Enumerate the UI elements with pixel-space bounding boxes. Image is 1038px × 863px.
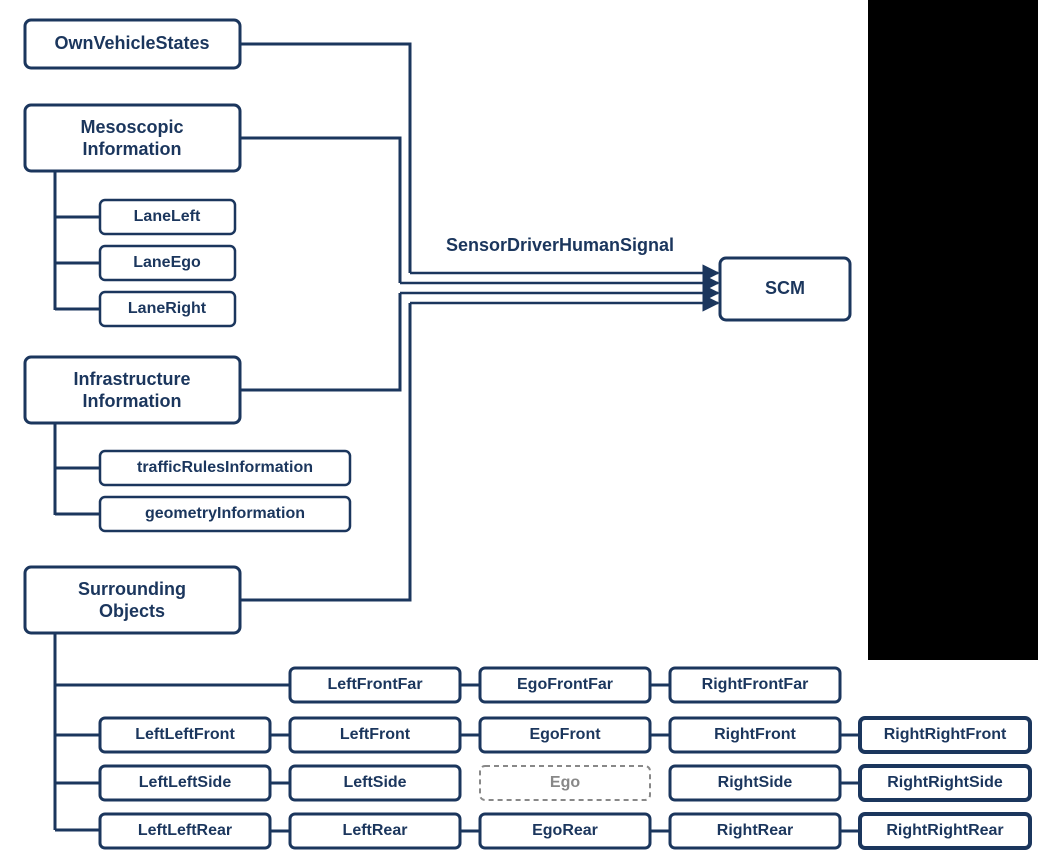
own-vehicle-states-label: OwnVehicleStates xyxy=(54,33,209,53)
grid-r0c1: LeftFrontFar xyxy=(327,676,422,693)
own-vehicle-states-box: OwnVehicleStates xyxy=(25,20,240,68)
infrastructure-info-box: Infrastructure Information xyxy=(25,357,240,423)
mesoscopic-label-2: Information xyxy=(83,139,182,159)
grid-r3c4: RightRightRear xyxy=(886,822,1003,839)
grid-r2c0: LeftLeftSide xyxy=(139,774,232,791)
geometry-info-label: geometryInformation xyxy=(145,505,305,522)
grid-r3c2: EgoRear xyxy=(532,822,598,839)
black-right-strip xyxy=(868,0,1038,660)
grid-r2c4: RightRightSide xyxy=(887,774,1003,791)
mesoscopic-label-1: Mesoscopic xyxy=(80,117,183,137)
lane-ego-label: LaneEgo xyxy=(133,254,201,271)
grid-r1c1: LeftFront xyxy=(340,726,411,743)
infra-label-1: Infrastructure xyxy=(73,369,190,389)
sensor-signal-diagram: OwnVehicleStates Mesoscopic Information … xyxy=(0,0,1038,863)
lane-right-label: LaneRight xyxy=(128,300,207,317)
grid-r2c1: LeftSide xyxy=(343,774,406,791)
traffic-rules-label: trafficRulesInformation xyxy=(137,459,313,476)
surrounding-label-1: Surrounding xyxy=(78,579,186,599)
sensor-signal-label: SensorDriverHumanSignal xyxy=(446,235,674,255)
grid-r3c1: LeftRear xyxy=(343,822,408,839)
grid-r1c2: EgoFront xyxy=(529,726,601,743)
infrastructure-children: trafficRulesInformation geometryInformat… xyxy=(55,423,350,531)
surrounding-objects-box: Surrounding Objects xyxy=(25,567,240,633)
grid-r2c3: RightSide xyxy=(718,774,793,791)
grid-r1c4: RightRightFront xyxy=(884,726,1007,743)
scm-label: SCM xyxy=(765,278,805,298)
surrounding-grid: LeftFrontFar EgoFrontFar RightFrontFar L… xyxy=(55,633,1030,848)
grid-r3c0: LeftLeftRear xyxy=(138,822,232,839)
scm-box: SCM xyxy=(720,258,850,320)
infra-label-2: Information xyxy=(83,391,182,411)
grid-r0c2: EgoFrontFar xyxy=(517,676,613,693)
mesoscopic-children: LaneLeft LaneEgo LaneRight xyxy=(55,171,235,326)
grid-r1c3: RightFront xyxy=(714,726,796,743)
grid-r1c0: LeftLeftFront xyxy=(135,726,235,743)
grid-r3c3: RightRear xyxy=(717,822,793,839)
mesoscopic-info-box: Mesoscopic Information xyxy=(25,105,240,171)
surrounding-label-2: Objects xyxy=(99,601,165,621)
lane-left-label: LaneLeft xyxy=(134,208,201,225)
grid-r0c3: RightFrontFar xyxy=(702,676,809,693)
grid-r2c2: Ego xyxy=(550,774,580,791)
